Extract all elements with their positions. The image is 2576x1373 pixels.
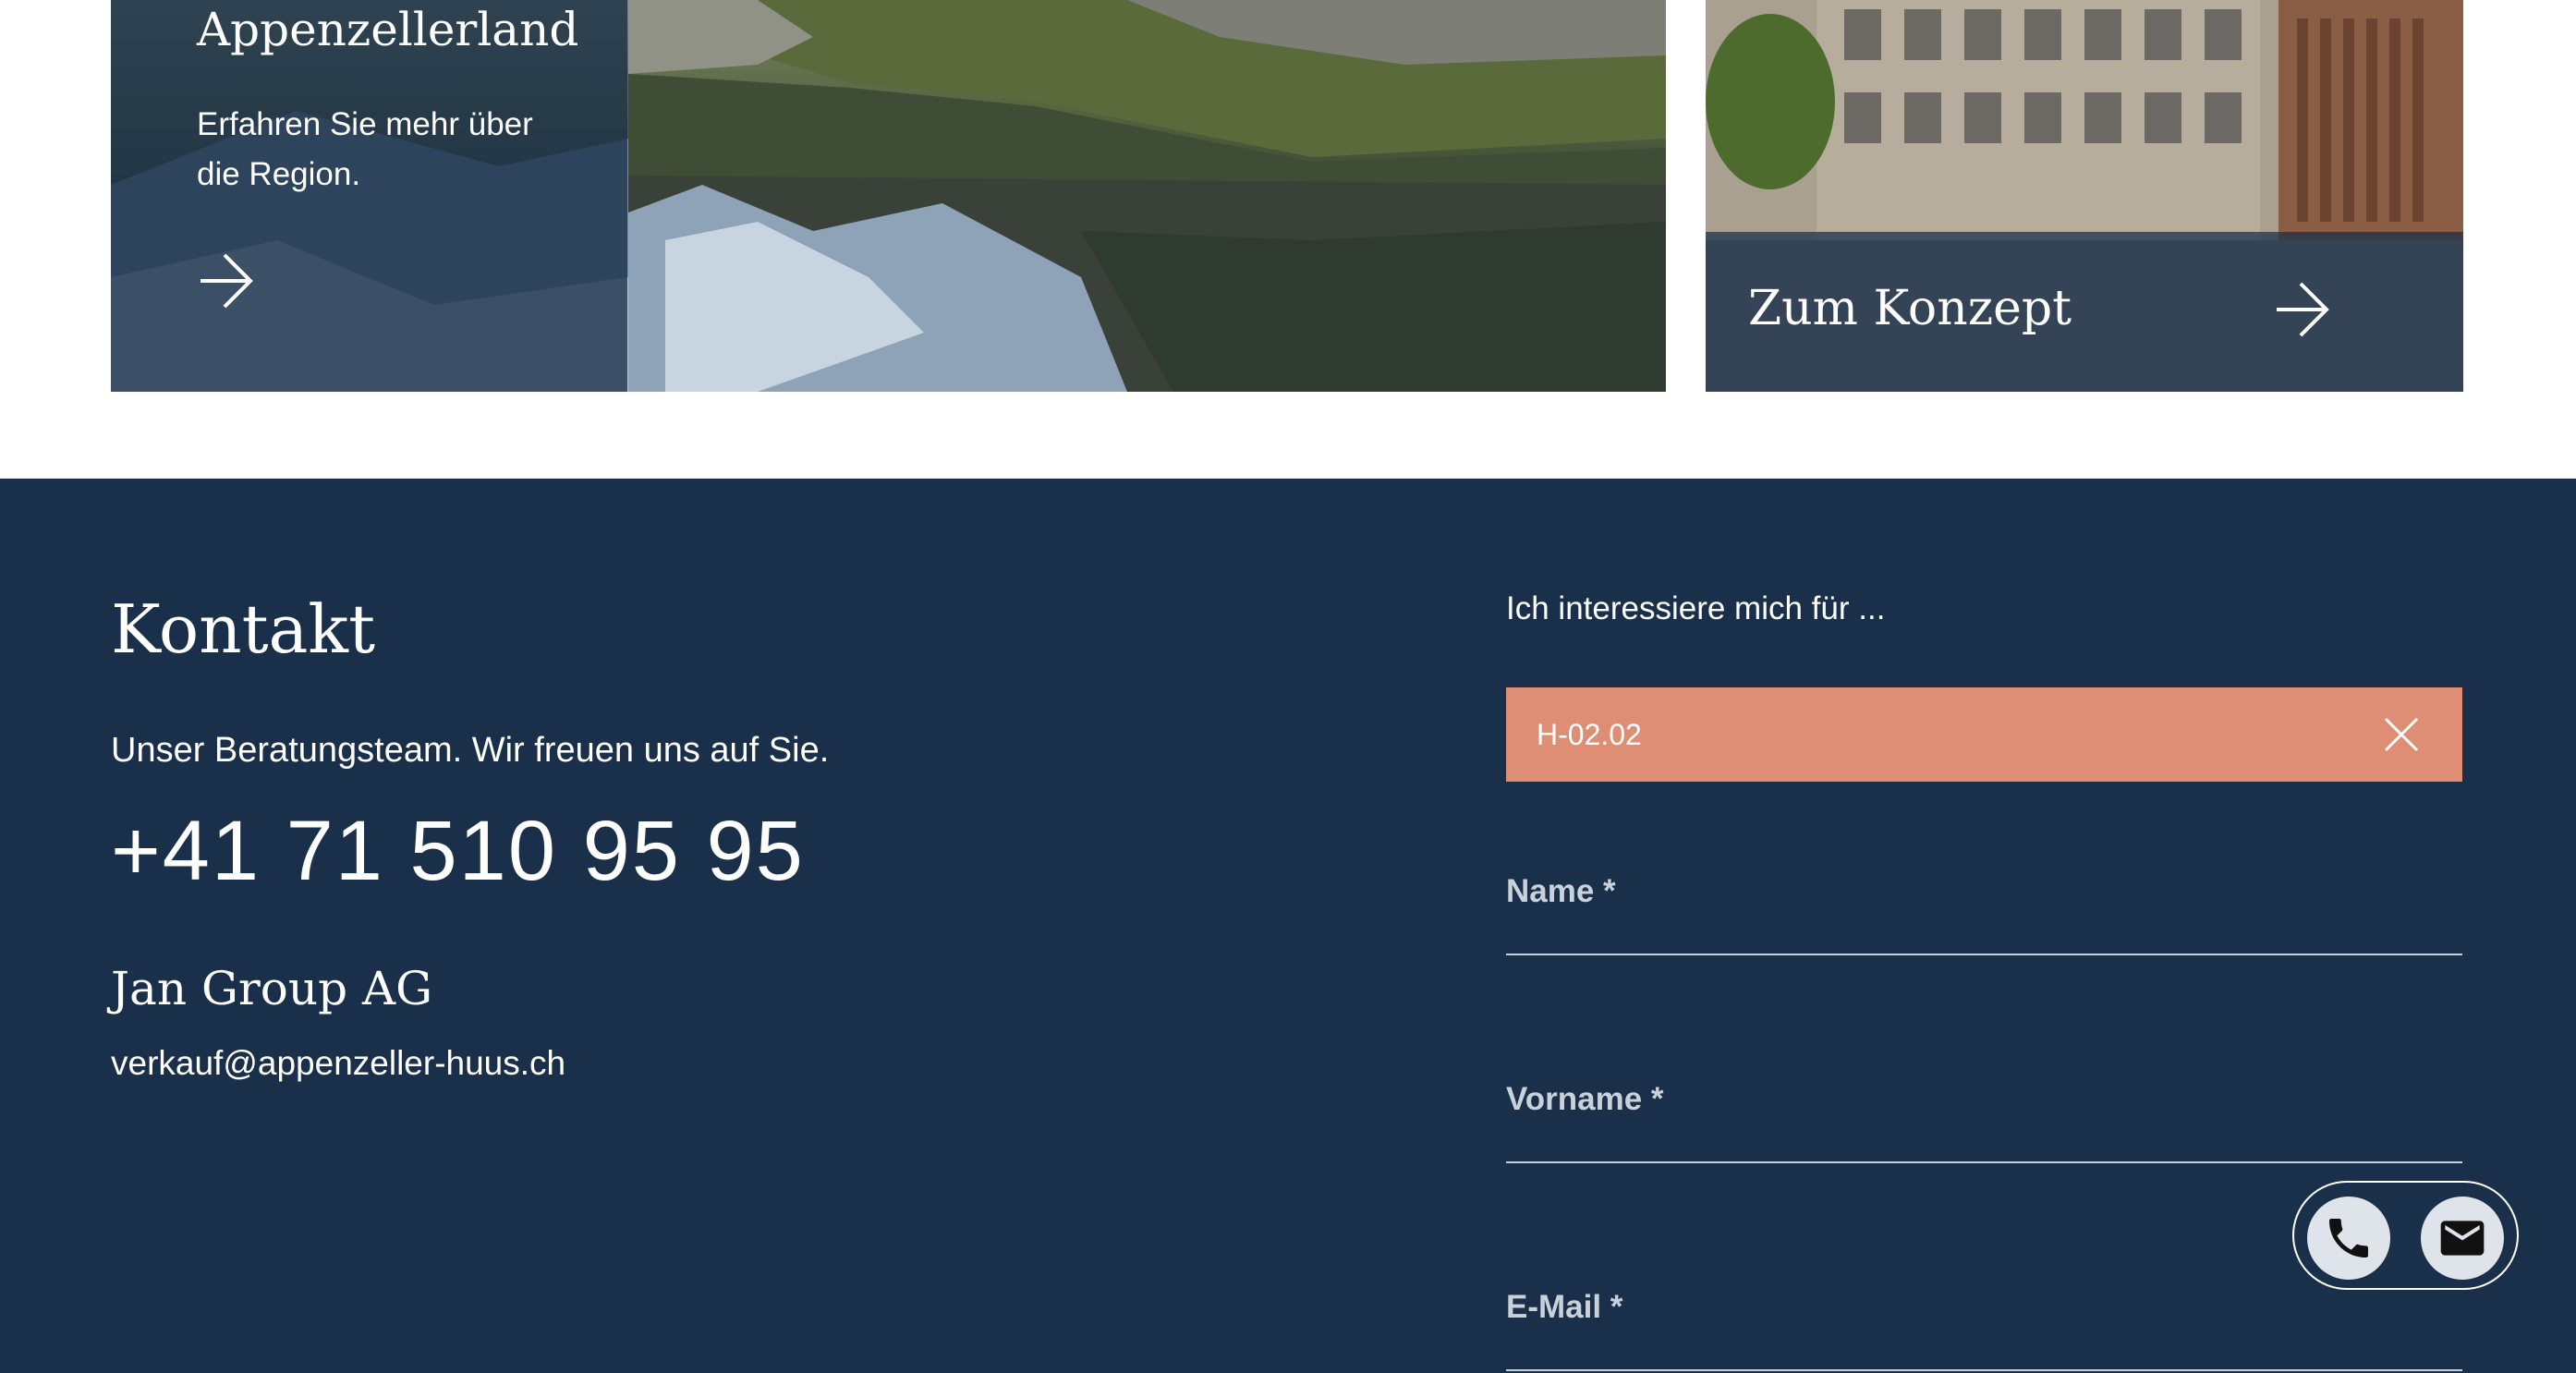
selected-unit-chip: H-02.02	[1506, 687, 2462, 782]
email-field[interactable]: E-Mail *	[1506, 1270, 2462, 1371]
concept-link-bar[interactable]: Zum Konzept	[1706, 232, 2463, 392]
region-description: Erfahren Sie mehr über die Region.	[197, 106, 533, 192]
call-button[interactable]	[2307, 1197, 2390, 1280]
mail-icon	[2440, 1221, 2485, 1256]
region-overlay-panel: Appenzellerland Erfahren Sie mehr über d…	[111, 0, 627, 392]
email-button[interactable]	[2421, 1197, 2504, 1280]
name-field[interactable]: Name *	[1506, 854, 2462, 955]
close-icon[interactable]	[2383, 716, 2420, 753]
vorname-field-label: Vorname *	[1506, 1081, 1664, 1117]
contact-heading: Kontakt	[111, 590, 375, 668]
arrow-right-icon[interactable]	[197, 251, 256, 310]
concept-title: Zum Konzept	[1748, 281, 2072, 336]
vorname-field[interactable]: Vorname *	[1506, 1062, 2462, 1163]
name-field-underline	[1506, 954, 2462, 955]
contact-subtitle: Unser Beratungsteam. Wir freuen uns auf …	[111, 731, 830, 770]
contact-phone-link[interactable]: +41 71 510 95 95	[111, 800, 805, 902]
interest-label: Ich interessiere mich für ...	[1506, 590, 1886, 626]
arrow-right-icon[interactable]	[2273, 280, 2332, 339]
contact-section: Kontakt Unser Beratungsteam. Wir freuen …	[0, 479, 2576, 1373]
contact-email-link[interactable]: verkauf@appenzeller-huus.ch	[111, 1040, 565, 1087]
selected-unit-text: H-02.02	[1537, 718, 1642, 751]
floating-contact-buttons	[2292, 1181, 2519, 1290]
name-field-label: Name *	[1506, 873, 1616, 909]
concept-card[interactable]: Zum Konzept	[1706, 0, 2463, 392]
vorname-field-underline	[1506, 1161, 2462, 1163]
region-card[interactable]: Appenzellerland Erfahren Sie mehr über d…	[111, 0, 1666, 392]
company-name: Jan Group AG	[111, 962, 433, 1015]
phone-icon	[2329, 1219, 2368, 1258]
email-field-label: E-Mail *	[1506, 1289, 1623, 1325]
region-title: Appenzellerland	[197, 3, 579, 56]
email-field-underline	[1506, 1369, 2462, 1371]
